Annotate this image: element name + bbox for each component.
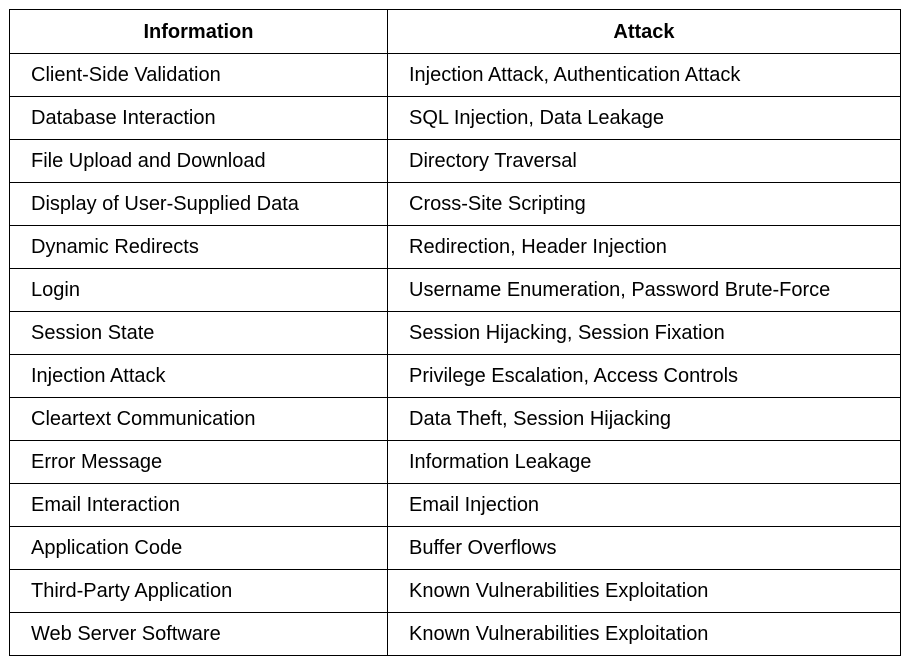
information-cell: Client-Side Validation: [9, 53, 388, 97]
information-cell: Session State: [9, 311, 388, 355]
information-cell: Dynamic Redirects: [9, 225, 388, 269]
attack-cell: Information Leakage: [387, 440, 901, 484]
information-attack-table: Information Attack Client-Side Validatio…: [9, 9, 901, 656]
attack-cell: Known Vulnerabilities Exploitation: [387, 569, 901, 613]
attack-cell: Injection Attack, Authentication Attack: [387, 53, 901, 97]
attack-cell: Email Injection: [387, 483, 901, 527]
attack-cell: SQL Injection, Data Leakage: [387, 96, 901, 140]
information-cell: File Upload and Download: [9, 139, 388, 183]
information-cell: Error Message: [9, 440, 388, 484]
attack-cell: Buffer Overflows: [387, 526, 901, 570]
information-cell: Login: [9, 268, 388, 312]
table-row: Client-Side Validation Injection Attack,…: [9, 53, 901, 97]
information-cell: Injection Attack: [9, 354, 388, 398]
table-body: Client-Side Validation Injection Attack,…: [9, 53, 901, 656]
information-cell: Email Interaction: [9, 483, 388, 527]
table-row: Dynamic Redirects Redirection, Header In…: [9, 225, 901, 269]
table-row: Email Interaction Email Injection: [9, 483, 901, 527]
table-row: Third-Party Application Known Vulnerabil…: [9, 569, 901, 613]
information-cell: Third-Party Application: [9, 569, 388, 613]
information-cell: Application Code: [9, 526, 388, 570]
attack-cell: Username Enumeration, Password Brute-For…: [387, 268, 901, 312]
document-page: Information Attack Client-Side Validatio…: [0, 0, 909, 662]
table-row: Database Interaction SQL Injection, Data…: [9, 96, 901, 140]
attack-cell: Session Hijacking, Session Fixation: [387, 311, 901, 355]
table-row: Web Server Software Known Vulnerabilitie…: [9, 612, 901, 656]
table-row: Session State Session Hijacking, Session…: [9, 311, 901, 355]
attack-cell: Data Theft, Session Hijacking: [387, 397, 901, 441]
table-row: Injection Attack Privilege Escalation, A…: [9, 354, 901, 398]
header-attack: Attack: [387, 9, 901, 54]
attack-cell: Directory Traversal: [387, 139, 901, 183]
attack-cell: Privilege Escalation, Access Controls: [387, 354, 901, 398]
header-row: Information Attack: [9, 9, 901, 54]
information-cell: Web Server Software: [9, 612, 388, 656]
header-information: Information: [9, 9, 388, 54]
attack-cell: Cross-Site Scripting: [387, 182, 901, 226]
information-cell: Display of User-Supplied Data: [9, 182, 388, 226]
information-cell: Database Interaction: [9, 96, 388, 140]
attack-cell: Known Vulnerabilities Exploitation: [387, 612, 901, 656]
table-row: Application Code Buffer Overflows: [9, 526, 901, 570]
information-cell: Cleartext Communication: [9, 397, 388, 441]
attack-cell: Redirection, Header Injection: [387, 225, 901, 269]
table-row: File Upload and Download Directory Trave…: [9, 139, 901, 183]
table-header: Information Attack: [9, 9, 901, 54]
table-row: Display of User-Supplied Data Cross-Site…: [9, 182, 901, 226]
table-row: Login Username Enumeration, Password Bru…: [9, 268, 901, 312]
table-row: Cleartext Communication Data Theft, Sess…: [9, 397, 901, 441]
table-row: Error Message Information Leakage: [9, 440, 901, 484]
